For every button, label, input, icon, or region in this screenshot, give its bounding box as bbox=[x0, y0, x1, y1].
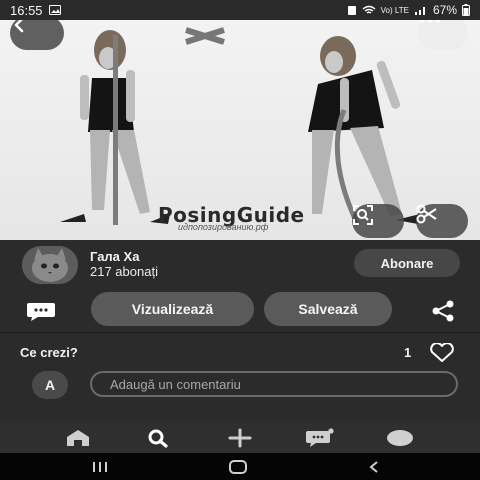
home-icon bbox=[67, 430, 89, 446]
creator-followers: 217 abonați bbox=[90, 264, 158, 279]
visit-button[interactable]: Vizualizează bbox=[91, 292, 254, 326]
visual-search-icon bbox=[353, 205, 373, 225]
bottom-nav bbox=[0, 423, 480, 453]
pin-image[interactable]: PosingGuide идпопозированию.рф bbox=[0, 0, 480, 240]
creator-row: Гала Ха 217 abonați Abonare bbox=[0, 240, 480, 290]
image-watermark-sub: идпопозированию.рф bbox=[178, 222, 269, 232]
scissors-button[interactable] bbox=[416, 204, 468, 238]
share-button[interactable] bbox=[430, 299, 456, 323]
follow-button[interactable]: Abonare bbox=[354, 249, 460, 277]
creator-avatar[interactable] bbox=[22, 246, 78, 284]
status-time: 16:55 bbox=[10, 2, 43, 18]
status-bar: 16:55 Vo) LTE 67% bbox=[0, 0, 480, 20]
alarm-icon bbox=[347, 6, 356, 15]
battery-icon bbox=[462, 4, 470, 16]
back-system-icon bbox=[369, 461, 378, 473]
speech-bubble-icon bbox=[27, 303, 55, 321]
recent-apps-button[interactable] bbox=[80, 457, 120, 477]
signal-icon bbox=[414, 7, 425, 15]
status-network: Vo) LTE bbox=[380, 5, 409, 15]
more-options-button[interactable] bbox=[418, 16, 468, 50]
profile-icon bbox=[387, 430, 413, 446]
wifi-icon bbox=[362, 5, 376, 14]
comment-button[interactable] bbox=[26, 300, 56, 322]
comments-title: Ce crezi? bbox=[20, 345, 78, 360]
home-system-button[interactable] bbox=[218, 457, 258, 477]
comments-section: Ce crezi? 1 A bbox=[0, 333, 480, 423]
nav-search[interactable] bbox=[138, 427, 178, 449]
cat-avatar-image bbox=[22, 246, 78, 284]
status-battery: 67% bbox=[432, 3, 457, 17]
comment-input[interactable] bbox=[90, 371, 458, 397]
actions-row: Vizualizează Salvează bbox=[0, 290, 480, 332]
heart-icon bbox=[430, 342, 454, 362]
nav-create[interactable] bbox=[220, 427, 260, 449]
nav-profile[interactable] bbox=[380, 427, 420, 449]
recent-apps-icon bbox=[93, 462, 107, 472]
nav-messages[interactable] bbox=[300, 427, 340, 449]
gallery-notification-icon bbox=[48, 5, 61, 15]
scissors-icon bbox=[416, 204, 437, 224]
chat-icon bbox=[306, 428, 334, 447]
back-button[interactable] bbox=[10, 16, 64, 50]
save-button[interactable]: Salvează bbox=[264, 292, 392, 326]
user-avatar[interactable]: A bbox=[32, 371, 68, 399]
creator-name[interactable]: Гала Ха bbox=[90, 249, 139, 264]
plus-icon bbox=[228, 428, 252, 448]
like-count: 1 bbox=[404, 345, 412, 360]
home-system-icon bbox=[229, 460, 247, 474]
heart-button[interactable] bbox=[428, 342, 456, 363]
share-icon bbox=[432, 300, 454, 322]
visual-search-button[interactable] bbox=[352, 204, 404, 238]
back-system-button[interactable] bbox=[354, 457, 394, 477]
system-nav-bar bbox=[0, 453, 480, 480]
search-icon bbox=[148, 429, 168, 448]
nav-home[interactable] bbox=[58, 427, 98, 449]
